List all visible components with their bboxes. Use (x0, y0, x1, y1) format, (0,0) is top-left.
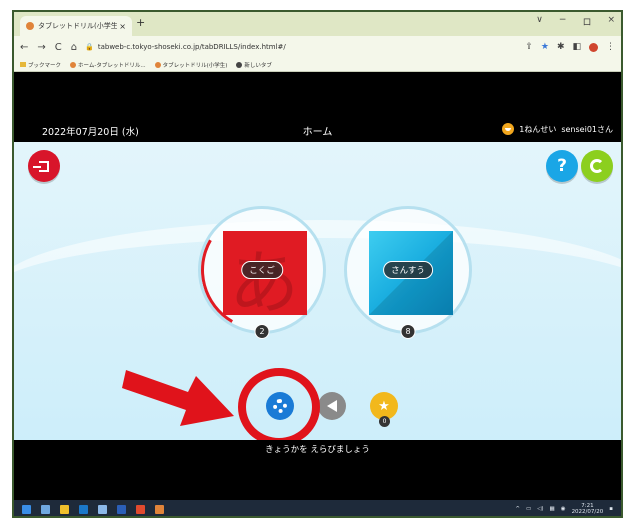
app-header: 2022年07月20日 (水) ホーム 1ねんせい sensei01さん (14, 118, 621, 142)
subject-label: こくご (241, 261, 283, 279)
refresh-icon (590, 159, 604, 173)
active-app-icon[interactable] (155, 504, 164, 514)
clock-date: 2022/07/20 (571, 509, 604, 515)
minimize-button[interactable]: − (559, 15, 567, 28)
close-window-button[interactable]: × (607, 15, 615, 28)
network-icon[interactable]: ▭ (526, 506, 531, 512)
lock-icon: 🔒 (85, 43, 94, 51)
taskview-icon[interactable] (41, 504, 50, 514)
screenshot-frame: タブレットドリル(小学生) × + ∨ − ロ × ← → C ⌂ 🔒 tabw… (12, 10, 623, 518)
new-tab-button[interactable]: + (136, 16, 145, 29)
exit-icon (33, 160, 49, 172)
window-controls: ∨ − ロ × (536, 15, 615, 28)
share-icon[interactable]: ⇪ (525, 42, 533, 52)
sidepanel-icon[interactable]: ◧ (572, 42, 581, 52)
settings-tray-icon[interactable]: ◉ (561, 506, 566, 512)
tab-title: タブレットドリル(小学生) (38, 22, 118, 30)
bookmark-item[interactable]: タブレットドリル(小学生) (154, 61, 227, 69)
subject-stage: ? あ こくご 2 さんすう 8 ★ 0 (14, 142, 621, 440)
star-count-badge: 0 (379, 416, 390, 427)
bookmark-item[interactable]: ホーム-タブレットドリル... (70, 61, 146, 69)
menu-icon[interactable]: ⋮ (606, 42, 615, 52)
star-icon: ★ (378, 398, 390, 414)
profile-avatar[interactable] (589, 42, 598, 52)
chrome-icon[interactable] (136, 504, 145, 514)
instruction-text: きょうかを えらびましょう (265, 445, 370, 455)
instruction-footer: きょうかを えらびましょう (14, 440, 621, 458)
favicon-icon (70, 61, 77, 68)
app-top-band (14, 72, 621, 118)
url-field[interactable]: 🔒 tabweb-c.tokyo-shoseki.co.jp/tabDRILLS… (85, 40, 525, 54)
user-name: sensei01さん (561, 124, 613, 134)
smiley-icon (502, 123, 515, 135)
outlook-icon[interactable] (79, 504, 88, 514)
bookmark-item[interactable]: ブックマーク (20, 61, 61, 69)
explorer-icon[interactable] (60, 504, 69, 514)
tray-chevron-icon[interactable]: ^ (515, 506, 520, 512)
app-icon[interactable] (98, 504, 107, 514)
home-icon[interactable]: ⌂ (71, 42, 77, 53)
notification-icon[interactable]: ▪ (609, 506, 613, 512)
globe-icon (236, 61, 243, 68)
volume-icon[interactable]: ◁) (537, 506, 543, 512)
extensions-icon[interactable]: ✱ (557, 42, 565, 52)
refresh-button[interactable] (581, 150, 613, 182)
reload-icon[interactable]: C (55, 42, 62, 53)
megaphone-icon (327, 400, 337, 412)
favicon-icon (154, 61, 161, 68)
highlight-circle (238, 368, 320, 440)
annotation-arrow-icon (122, 370, 234, 426)
taskbar: ^ ▭ ◁) ▦ ◉ 7:21 2022/07/20 ▪ (14, 500, 621, 516)
nav-buttons: ← → C ⌂ (20, 42, 77, 53)
clock[interactable]: 7:21 2022/07/20 (572, 503, 604, 516)
toolbar-icons: ⇪ ★ ✱ ◧ ⋮ (525, 42, 615, 52)
bookmark-star-icon[interactable]: ★ (541, 42, 549, 52)
subject-count-badge: 8 (400, 324, 416, 339)
achievement-button[interactable]: ★ 0 (370, 392, 398, 427)
maximize-button[interactable]: ロ (582, 15, 591, 28)
bottom-band (14, 458, 621, 500)
browser-tab-bar: タブレットドリル(小学生) × + ∨ − ロ × (14, 12, 621, 36)
subject-sansu[interactable]: さんすう 8 (344, 206, 472, 339)
question-icon: ? (557, 156, 567, 176)
bookmarks-bar: ブックマーク ホーム-タブレットドリル... タブレットドリル(小学生) 新しい… (14, 58, 621, 72)
subject-label: さんすう (383, 261, 433, 279)
subject-count-badge: 2 (254, 324, 270, 339)
grade-label: 1ねんせい (519, 124, 557, 134)
announcement-button[interactable] (318, 392, 346, 420)
bookmark-item[interactable]: 新しいタブ (236, 61, 272, 69)
exit-button[interactable] (28, 150, 60, 182)
word-icon[interactable] (117, 504, 126, 514)
tab-search-icon[interactable]: ∨ (536, 15, 543, 28)
url-text: tabweb-c.tokyo-shoseki.co.jp/tabDRILLS/i… (97, 43, 286, 51)
start-icon[interactable] (22, 504, 31, 514)
help-button[interactable]: ? (546, 150, 578, 182)
tab-close-icon[interactable]: × (119, 22, 126, 31)
forward-icon[interactable]: → (37, 42, 45, 53)
user-info: 1ねんせい sensei01さん (502, 123, 613, 135)
ime-icon[interactable]: ▦ (550, 506, 555, 512)
address-bar: ← → C ⌂ 🔒 tabweb-c.tokyo-shoseki.co.jp/t… (14, 36, 621, 58)
folder-icon (20, 62, 26, 67)
back-icon[interactable]: ← (20, 42, 28, 53)
tab-favicon-icon (26, 22, 34, 30)
system-tray: ^ ▭ ◁) ▦ ◉ 7:21 2022/07/20 ▪ (515, 503, 613, 516)
browser-tab[interactable]: タブレットドリル(小学生) × (20, 16, 132, 36)
subject-kokugo[interactable]: あ こくご 2 (187, 195, 337, 345)
